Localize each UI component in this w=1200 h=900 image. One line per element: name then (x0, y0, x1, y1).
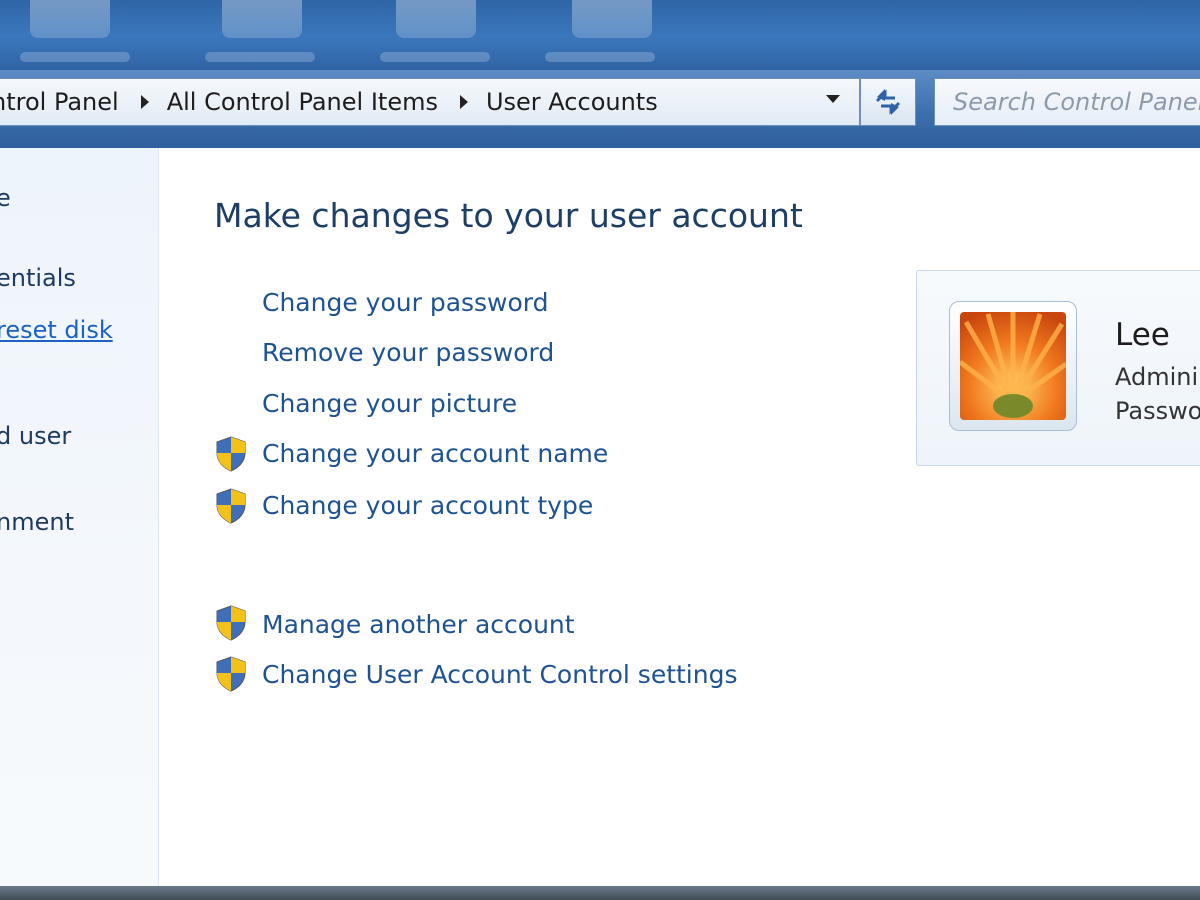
refresh-icon (875, 89, 901, 115)
sidebar-item-user[interactable]: d user (0, 422, 71, 450)
sidebar-item[interactable]: e (0, 184, 11, 212)
user-name: Lee (1115, 317, 1170, 353)
desktop-icon[interactable] (396, 0, 476, 38)
manage-another-account-link[interactable]: Manage another account (262, 610, 575, 639)
change-account-name-link[interactable]: Change your account name (262, 439, 608, 468)
sidebar-item-reset-disk[interactable]: reset disk (0, 316, 113, 344)
search-placeholder: Search Control Panel (953, 88, 1200, 116)
breadcrumb-separator-icon[interactable] (140, 95, 149, 109)
control-panel-window: e entials reset disk d user nment Make c… (0, 148, 1200, 890)
uac-shield-icon (216, 436, 246, 472)
desktop-icon-label (545, 52, 655, 62)
desktop-icon[interactable] (222, 0, 302, 38)
password-status: Passwo (1115, 397, 1200, 425)
uac-shield-icon (216, 605, 246, 641)
refresh-button[interactable] (860, 78, 916, 126)
account-type: Admini (1115, 363, 1199, 391)
user-account-card: Lee Admini Passwo (916, 270, 1200, 466)
desktop-icon[interactable] (572, 0, 652, 38)
breadcrumb-control-panel[interactable]: ntrol Panel (0, 88, 119, 116)
breadcrumb-all-items[interactable]: All Control Panel Items (167, 88, 438, 116)
desktop-icon-label (205, 52, 315, 62)
change-password-link[interactable]: Change your password (262, 288, 549, 317)
change-uac-settings-link[interactable]: Change User Account Control settings (262, 660, 738, 689)
breadcrumb-user-accounts[interactable]: User Accounts (486, 88, 658, 116)
uac-shield-icon (216, 488, 246, 524)
address-bar[interactable]: ntrol Panel All Control Panel Items User… (0, 78, 860, 126)
breadcrumb-separator-icon[interactable] (459, 95, 468, 109)
desktop-icon-label (380, 52, 490, 62)
change-account-type-link[interactable]: Change your account type (262, 491, 593, 520)
flower-picture (960, 312, 1066, 420)
left-task-pane: e entials reset disk d user nment (0, 148, 159, 890)
sidebar-item-credentials[interactable]: entials (0, 264, 76, 292)
change-picture-link[interactable]: Change your picture (262, 389, 517, 418)
uac-shield-icon (216, 656, 246, 692)
sidebar-item-environment[interactable]: nment (0, 508, 74, 536)
desktop-icon-label (20, 52, 130, 62)
page-title: Make changes to your user account (214, 196, 803, 235)
search-input[interactable]: Search Control Panel (934, 78, 1200, 126)
window-bottom-border (0, 886, 1200, 900)
desktop-background (0, 0, 1200, 80)
desktop-icon[interactable] (30, 0, 110, 38)
remove-password-link[interactable]: Remove your password (262, 338, 554, 367)
chevron-down-icon[interactable] (826, 95, 840, 103)
avatar[interactable] (949, 301, 1077, 431)
